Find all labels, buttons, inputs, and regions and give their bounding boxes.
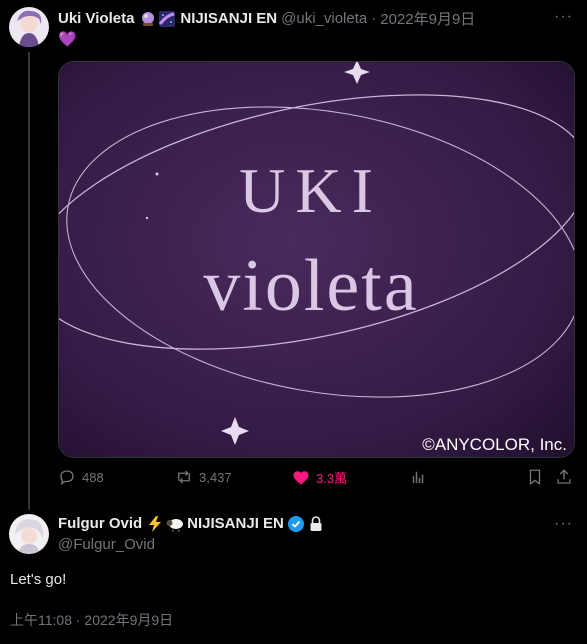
analytics-icon: [412, 471, 424, 483]
retweet-icon: [178, 470, 190, 484]
display-name[interactable]: Uki Violeta: [58, 10, 134, 27]
share-icon: [557, 469, 571, 484]
thread-line: [28, 52, 30, 510]
bookmark-icon: [529, 469, 541, 486]
tweet-actions: 488 3,437 3.3萬: [58, 468, 575, 494]
display-name[interactable]: Fulgur Ovid: [58, 515, 142, 532]
reply-icon: [60, 470, 74, 486]
tweet1-header: Uki Violeta NIJISANJI EN @uki_violeta · …: [58, 8, 475, 29]
views-button[interactable]: [409, 468, 433, 486]
more-options-icon[interactable]: ···: [554, 8, 573, 26]
tweet-date[interactable]: 2022年9月9日: [380, 8, 475, 29]
tweet-timestamp[interactable]: 上午11:08 · 2022年9月9日: [10, 610, 173, 630]
lightning-icon: [147, 515, 163, 532]
image-copyright: ©ANYCOLOR, Inc.: [422, 435, 567, 454]
tweet2-header: Fulgur Ovid NIJISANJI EN: [58, 515, 325, 532]
reply-button[interactable]: 488: [58, 468, 104, 486]
avatar-fulgur[interactable]: [9, 514, 49, 554]
like-button[interactable]: 3.3萬: [292, 468, 347, 487]
tweet-image[interactable]: UKI violeta ©ANYCOLOR, Inc.: [58, 61, 575, 458]
reply-count: 488: [82, 469, 104, 485]
retweet-button[interactable]: 3,437: [175, 468, 232, 486]
separator: ·: [371, 10, 377, 27]
tweet-text: 💜: [58, 30, 78, 50]
handle[interactable]: @Fulgur_Ovid: [58, 536, 155, 553]
affiliation-label: NIJISANJI EN: [180, 10, 278, 27]
lock-icon: [309, 515, 325, 532]
crystal-ball-icon: [140, 11, 156, 27]
heart-icon: [293, 470, 309, 485]
avatar-uki[interactable]: [9, 7, 49, 47]
purple-heart-icon: 💜: [58, 31, 77, 48]
share-button[interactable]: [555, 468, 579, 486]
more-options-icon[interactable]: ···: [554, 515, 573, 533]
image-title-line2: violeta: [203, 245, 418, 327]
milky-way-icon: [159, 10, 176, 27]
like-count: 3.3萬: [316, 471, 348, 486]
bookmark-button[interactable]: [526, 468, 550, 486]
verified-badge-icon: [287, 515, 304, 532]
sheep-icon: [166, 516, 184, 532]
affiliation-label: NIJISANJI EN: [187, 515, 284, 532]
retweet-count: 3,437: [199, 469, 232, 485]
tweet-text: Let's go!: [10, 571, 67, 588]
handle[interactable]: @uki_violeta: [281, 10, 367, 27]
image-title-line1: UKI: [239, 155, 383, 226]
